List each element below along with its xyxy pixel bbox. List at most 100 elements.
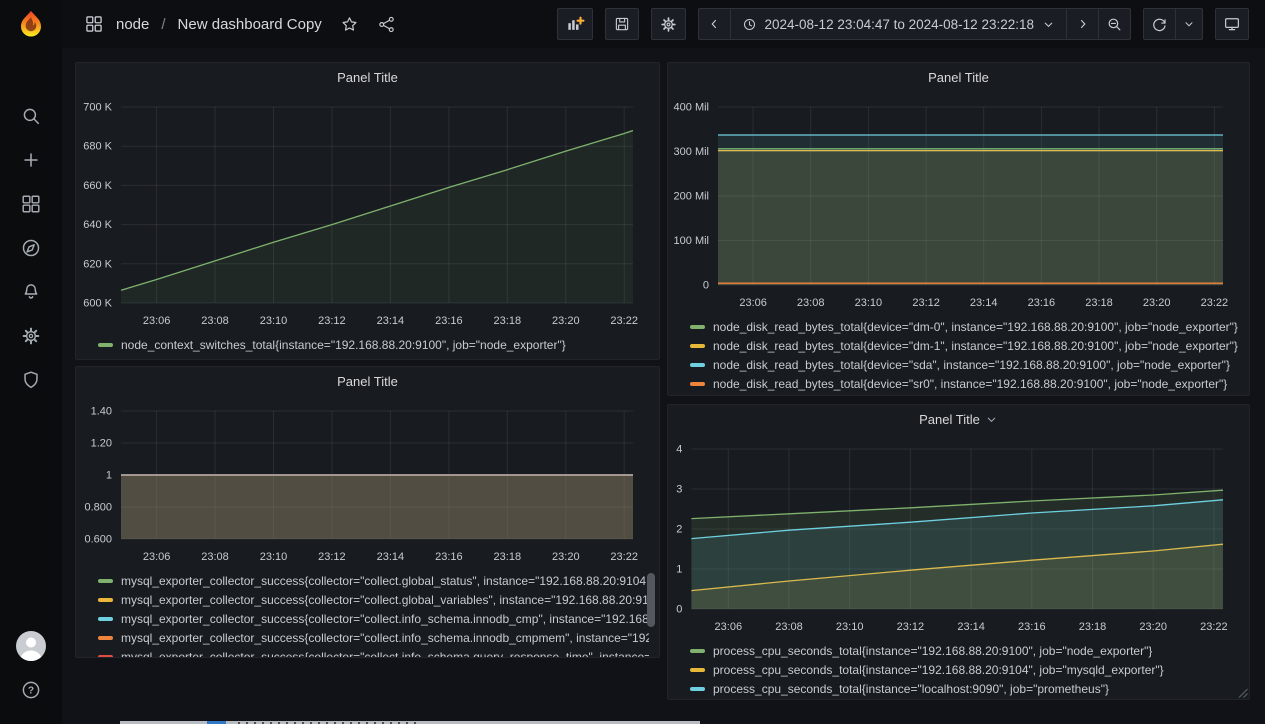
time-series-chart[interactable]: 23:0623:0823:1023:1223:1423:1623:1823:20… xyxy=(668,91,1249,315)
svg-text:23:08: 23:08 xyxy=(775,621,803,633)
refresh-button[interactable] xyxy=(1143,8,1176,40)
panel-resize-handle[interactable] xyxy=(1237,687,1248,698)
legend-item[interactable]: mysql_exporter_collector_success{collect… xyxy=(98,647,649,657)
dashboard-title[interactable]: New dashboard Copy xyxy=(178,16,322,33)
panel-title-text: Panel Title xyxy=(337,374,398,389)
svg-text:23:22: 23:22 xyxy=(610,315,638,327)
panel-title[interactable]: Panel Title xyxy=(76,367,659,395)
svg-text:0.600: 0.600 xyxy=(84,534,112,546)
svg-text:23:20: 23:20 xyxy=(1143,297,1171,309)
chevron-down-icon xyxy=(1042,18,1055,31)
svg-text:23:14: 23:14 xyxy=(377,551,405,563)
dashboard-settings-button[interactable] xyxy=(651,8,686,40)
legend-swatch xyxy=(690,649,705,653)
sidebar-item-create[interactable] xyxy=(0,138,62,182)
svg-text:400 Mil: 400 Mil xyxy=(674,102,709,114)
sidebar-item-search[interactable] xyxy=(0,94,62,138)
svg-text:23:06: 23:06 xyxy=(739,297,767,309)
panel-title[interactable]: Panel Title xyxy=(76,63,659,91)
panel-process-cpu-seconds: Panel Title 23:0623:0823:1023:1223:1423:… xyxy=(667,404,1250,700)
legend-item[interactable]: process_cpu_seconds_total{instance="loca… xyxy=(690,679,1239,698)
share-dashboard-button[interactable] xyxy=(377,15,396,34)
avatar xyxy=(16,631,46,661)
legend-scrollbar-thumb[interactable] xyxy=(647,573,655,627)
legend-label: process_cpu_seconds_total{instance="loca… xyxy=(713,682,1109,696)
zoom-out-button[interactable] xyxy=(1098,8,1131,40)
svg-text:23:08: 23:08 xyxy=(797,297,825,309)
panel-node-disk-read-bytes: Panel Title 23:0623:0823:1023:1223:1423:… xyxy=(667,62,1250,396)
legend-label: process_cpu_seconds_total{instance="192.… xyxy=(713,663,1164,677)
tv-monitor-icon xyxy=(1223,15,1241,33)
svg-text:23:10: 23:10 xyxy=(260,551,288,563)
star-dashboard-button[interactable] xyxy=(340,15,359,34)
svg-text:600 K: 600 K xyxy=(83,298,112,310)
legend-swatch xyxy=(690,687,705,691)
svg-text:23:18: 23:18 xyxy=(1085,297,1113,309)
panel-node-context-switches: Panel Title 23:0623:0823:1023:1223:1423:… xyxy=(75,62,660,360)
svg-text:700 K: 700 K xyxy=(83,102,112,114)
svg-text:2: 2 xyxy=(676,524,682,536)
refresh-controls xyxy=(1143,8,1203,40)
panel-title-text: Panel Title xyxy=(337,70,398,85)
legend-swatch xyxy=(690,344,705,348)
share-icon xyxy=(377,15,396,34)
svg-text:23:06: 23:06 xyxy=(143,315,171,327)
legend-item[interactable]: node_context_switches_total{instance="19… xyxy=(98,335,649,354)
time-series-chart[interactable]: 23:0623:0823:1023:1223:1423:1623:1823:20… xyxy=(76,91,659,333)
apps-grid-icon xyxy=(84,14,104,34)
legend-item[interactable]: node_disk_read_bytes_total{device="dm-1"… xyxy=(690,336,1239,355)
header-toolbar: 2024-08-12 23:04:47 to 2024-08-12 23:22:… xyxy=(557,8,1249,40)
breadcrumb-folder[interactable]: node xyxy=(116,16,149,33)
sidebar-item-help[interactable]: ? xyxy=(0,668,62,712)
legend-swatch xyxy=(98,343,113,347)
time-series-chart[interactable]: 23:0623:0823:1023:1223:1423:1623:1823:20… xyxy=(76,395,659,569)
chevron-down-icon xyxy=(1183,18,1195,30)
save-dashboard-button[interactable] xyxy=(605,8,639,40)
cycle-view-mode-button[interactable] xyxy=(1215,8,1249,40)
svg-text:?: ? xyxy=(28,686,34,697)
legend-item[interactable]: process_cpu_seconds_total{instance="192.… xyxy=(690,641,1239,660)
time-series-chart[interactable]: 23:0623:0823:1023:1223:1423:1623:1823:20… xyxy=(668,433,1249,639)
user-avatar[interactable] xyxy=(0,624,62,668)
svg-text:23:12: 23:12 xyxy=(318,551,346,563)
svg-text:660 K: 660 K xyxy=(83,180,112,192)
panel-title[interactable]: Panel Title xyxy=(668,405,1249,433)
sidebar-item-alerting[interactable] xyxy=(0,270,62,314)
time-range-forward-button[interactable] xyxy=(1066,8,1099,40)
legend-item[interactable]: node_disk_read_bytes_total{device="sr0",… xyxy=(690,374,1239,393)
svg-text:23:16: 23:16 xyxy=(435,315,463,327)
gear-icon xyxy=(659,15,678,34)
legend-item[interactable]: mysql_exporter_collector_success{collect… xyxy=(98,571,649,590)
legend-item[interactable]: mysql_exporter_collector_success{collect… xyxy=(98,628,649,647)
time-range-back-button[interactable] xyxy=(698,8,731,40)
svg-text:23:14: 23:14 xyxy=(970,297,998,309)
legend-item[interactable]: mysql_exporter_collector_success{collect… xyxy=(98,590,649,609)
sidebar-item-configuration[interactable] xyxy=(0,314,62,358)
sidebar-item-dashboards[interactable] xyxy=(0,182,62,226)
add-panel-button[interactable] xyxy=(557,8,593,40)
legend-item[interactable]: node_disk_read_bytes_total{device="sda",… xyxy=(690,355,1239,374)
panel-mysql-collector-success: Panel Title 23:0623:0823:1023:1223:1423:… xyxy=(75,366,660,658)
legend-item[interactable]: mysql_exporter_collector_success{collect… xyxy=(98,609,649,628)
legend-label: mysql_exporter_collector_success{collect… xyxy=(121,593,649,607)
legend-label: process_cpu_seconds_total{instance="192.… xyxy=(713,644,1152,658)
breadcrumb-separator: / xyxy=(161,16,165,33)
legend-label: mysql_exporter_collector_success{collect… xyxy=(121,650,649,658)
sidebar-item-explore[interactable] xyxy=(0,226,62,270)
legend-item[interactable]: process_cpu_seconds_total{instance="192.… xyxy=(690,660,1239,679)
sidebar-item-server-admin[interactable] xyxy=(0,358,62,402)
grafana-logo[interactable] xyxy=(0,0,62,48)
refresh-interval-dropdown[interactable] xyxy=(1175,8,1203,40)
panel-title[interactable]: Panel Title xyxy=(668,63,1249,91)
svg-text:23:18: 23:18 xyxy=(1079,621,1107,633)
legend-item[interactable]: node_disk_read_bytes_total{device="dm-0"… xyxy=(690,317,1239,336)
sidebar: ? xyxy=(0,0,62,724)
top-header: node / New dashboard Copy xyxy=(62,0,1265,48)
svg-text:23:16: 23:16 xyxy=(435,551,463,563)
time-range-picker[interactable]: 2024-08-12 23:04:47 to 2024-08-12 23:22:… xyxy=(730,8,1067,40)
refresh-icon xyxy=(1151,16,1168,33)
panel-menu-chevron-icon xyxy=(985,413,998,426)
svg-text:0: 0 xyxy=(676,604,682,616)
legend-swatch xyxy=(98,655,113,658)
legend-label: node_disk_read_bytes_total{device="dm-0"… xyxy=(713,320,1238,334)
